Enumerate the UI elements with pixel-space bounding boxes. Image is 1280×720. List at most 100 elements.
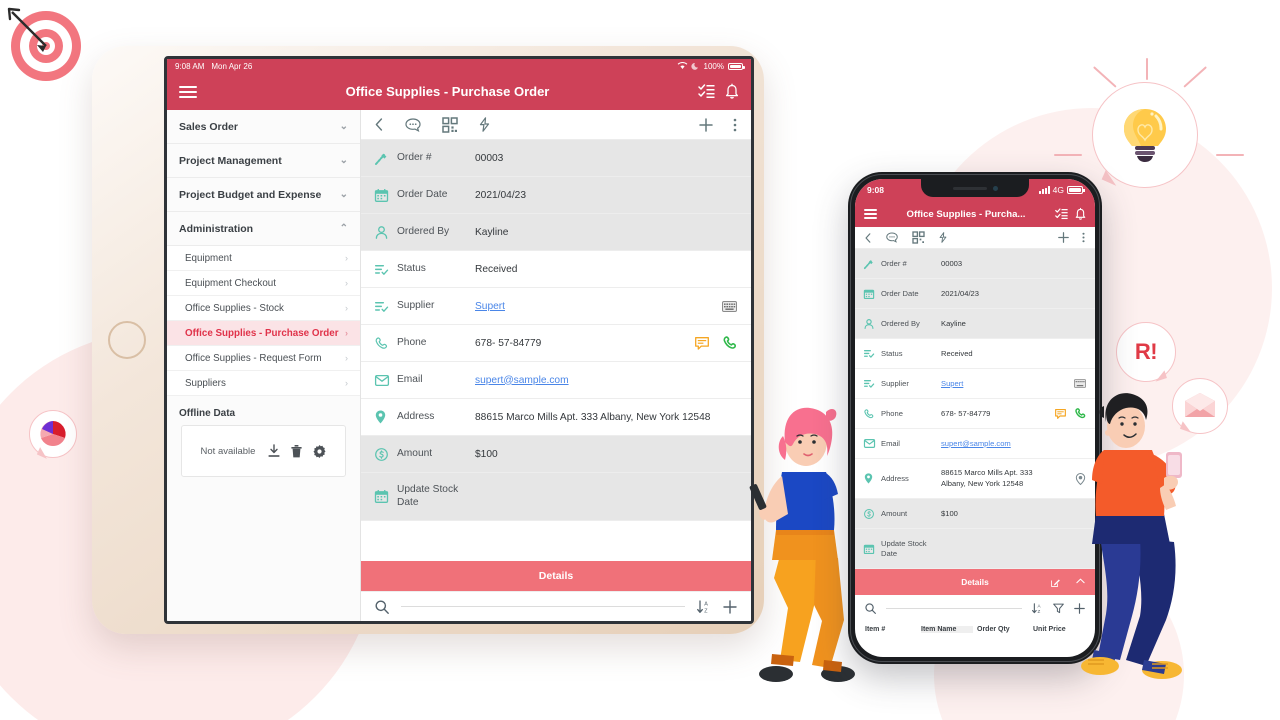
sms-icon[interactable] [1055, 408, 1066, 419]
phone-form-label: Address [881, 473, 909, 483]
form-row-phone[interactable]: Phone 678- 57-84779 [361, 325, 751, 362]
plus-icon[interactable] [699, 117, 713, 132]
tablet-screen: 9:08 AM Mon Apr 26 100% Office Supplies … [164, 56, 754, 624]
sidebar-item-label: Equipment [185, 252, 232, 264]
more-vertical-icon[interactable] [1082, 232, 1085, 243]
form-panel: Order # 00003 Order Date 2021/04/23 Orde… [361, 110, 751, 621]
trash-icon[interactable] [291, 444, 303, 458]
phone-form-row-address[interactable]: Address 88615 Marco Mills Apt. 333 Alban… [855, 459, 1095, 499]
form-row-order-number[interactable]: Order # 00003 [361, 140, 751, 177]
phone-details-button[interactable]: Details [855, 569, 1095, 595]
tablet-device: 9:08 AM Mon Apr 26 100% Office Supplies … [92, 46, 764, 634]
form-row-supplier[interactable]: Supplier Supert [361, 288, 751, 325]
form-row-status[interactable]: Status Received [361, 251, 751, 288]
keyboard-icon[interactable] [722, 300, 737, 312]
phone-search-input[interactable] [886, 607, 1022, 609]
lightbulb-icon [1124, 109, 1166, 162]
lightning-bolt-icon[interactable] [939, 232, 947, 243]
moon-icon [690, 62, 698, 70]
chevron-up-icon: ⌃ [339, 223, 348, 234]
edit-icon[interactable] [1051, 578, 1060, 587]
sidebar-item-office-supplies-request-form[interactable]: Office Supplies - Request Form › [167, 346, 360, 371]
form-row-address[interactable]: Address 88615 Marco Mills Apt. 333 Alban… [361, 399, 751, 436]
sms-icon[interactable] [695, 336, 709, 350]
supplier-link[interactable]: Supert [475, 301, 505, 312]
back-chevron-icon[interactable] [865, 232, 871, 243]
sidebar-group-project-budget[interactable]: Project Budget and Expense ⌄ [167, 178, 360, 212]
phone-form-label: Phone [881, 408, 903, 418]
search-input[interactable] [401, 606, 685, 607]
sidebar-group-administration[interactable]: Administration ⌃ [167, 212, 360, 246]
email-link[interactable]: supert@sample.com [475, 375, 569, 386]
chat-bubble-icon[interactable] [405, 117, 421, 132]
sidebar-group-sales-order[interactable]: Sales Order ⌄ [167, 110, 360, 144]
plus-icon[interactable] [1058, 232, 1069, 243]
bell-icon[interactable] [725, 83, 739, 100]
phone-form-row-order-date[interactable]: Order Date 2021/04/23 [855, 279, 1095, 309]
speaker-grille [952, 186, 987, 190]
details-button[interactable]: Details [361, 561, 751, 591]
offline-data-title: Offline Data [179, 408, 236, 419]
hamburger-icon[interactable] [179, 85, 197, 98]
sort-az-icon[interactable]: A Z [1032, 602, 1043, 614]
search-icon[interactable] [865, 602, 876, 614]
phone-form-row-email[interactable]: Email supert@sample.com [855, 429, 1095, 459]
sort-az-icon[interactable]: A Z [697, 599, 711, 614]
phone-form-label: Order Date [881, 288, 919, 298]
chat-bubble-icon[interactable] [886, 232, 898, 243]
gear-icon[interactable] [313, 444, 326, 458]
qr-code-icon[interactable] [912, 231, 925, 244]
phone-record-toolbar [855, 227, 1095, 249]
sidebar-group-project-management[interactable]: Project Management ⌄ [167, 144, 360, 178]
form-row-order-date[interactable]: Order Date 2021/04/23 [361, 177, 751, 214]
keyboard-icon[interactable] [1074, 379, 1086, 388]
bell-icon[interactable] [1075, 207, 1086, 221]
more-vertical-icon[interactable] [733, 118, 737, 132]
phone-form-row-supplier[interactable]: Supplier Supert [855, 369, 1095, 399]
phone-form-row-update-stock-date[interactable]: Update Stock Date [855, 529, 1095, 569]
search-icon[interactable] [375, 600, 389, 614]
sidebar-item-equipment[interactable]: Equipment › [167, 246, 360, 271]
phone-form-row-ordered-by[interactable]: Ordered By Kayline [855, 309, 1095, 339]
call-icon[interactable] [723, 336, 737, 350]
dollar-icon [375, 447, 397, 461]
phone-supplier-link[interactable]: Supert [941, 379, 963, 388]
plus-icon[interactable] [723, 599, 737, 614]
form-row-email[interactable]: Email supert@sample.com [361, 362, 751, 399]
svg-text:Z: Z [1038, 608, 1041, 613]
lightning-bolt-icon[interactable] [479, 117, 490, 132]
form-label: Update Stock Date [397, 484, 459, 508]
sidebar-item-office-supplies-purchase-order[interactable]: Office Supplies - Purchase Order › [167, 321, 360, 346]
phone-email-link[interactable]: supert@sample.com [941, 439, 1011, 448]
form-value: 678- 57-84779 [475, 337, 542, 349]
form-rows: Order # 00003 Order Date 2021/04/23 Orde… [361, 140, 751, 561]
sidebar-item-label: Suppliers [185, 377, 226, 389]
back-chevron-icon[interactable] [375, 118, 383, 131]
qr-code-icon[interactable] [442, 116, 458, 133]
phone-device: 9:08 4G Office Supplies - Purcha... Orde… [848, 172, 1102, 664]
phone-form-row-status[interactable]: Status Received [855, 339, 1095, 369]
form-value: Received [475, 263, 518, 275]
table-column-unit-price: Unit Price [1033, 625, 1066, 633]
hamburger-icon[interactable] [864, 209, 877, 219]
map-pin-icon [864, 473, 881, 484]
table-column-order-qty: Order Qty [977, 625, 1010, 633]
sidebar-item-office-supplies-stock[interactable]: Office Supplies - Stock › [167, 296, 360, 321]
sidebar-item-label: Office Supplies - Purchase Order [185, 327, 339, 339]
checklist-icon[interactable] [1055, 208, 1068, 220]
list-check-icon [375, 264, 397, 275]
form-row-update-stock-date[interactable]: Update Stock Date [361, 473, 751, 521]
sidebar-item-suppliers[interactable]: Suppliers › [167, 371, 360, 396]
sidebar-item-equipment-checkout[interactable]: Equipment Checkout › [167, 271, 360, 296]
phone-form-row-order-number[interactable]: Order # 00003 [855, 249, 1095, 279]
phone-form-row-phone[interactable]: Phone 678- 57-84779 [855, 399, 1095, 429]
download-icon[interactable] [268, 443, 280, 458]
checklist-icon[interactable] [698, 84, 715, 99]
form-row-ordered-by[interactable]: Ordered By Kayline [361, 214, 751, 251]
filter-icon[interactable] [1053, 603, 1064, 614]
sidebar-item-label: Office Supplies - Request Form [185, 352, 322, 364]
phone-form-row-amount[interactable]: Amount $100 [855, 499, 1095, 529]
tablet-home-button[interactable] [108, 321, 146, 359]
sidebar-group-label: Project Budget and Expense [179, 188, 322, 201]
form-row-amount[interactable]: Amount $100 [361, 436, 751, 473]
